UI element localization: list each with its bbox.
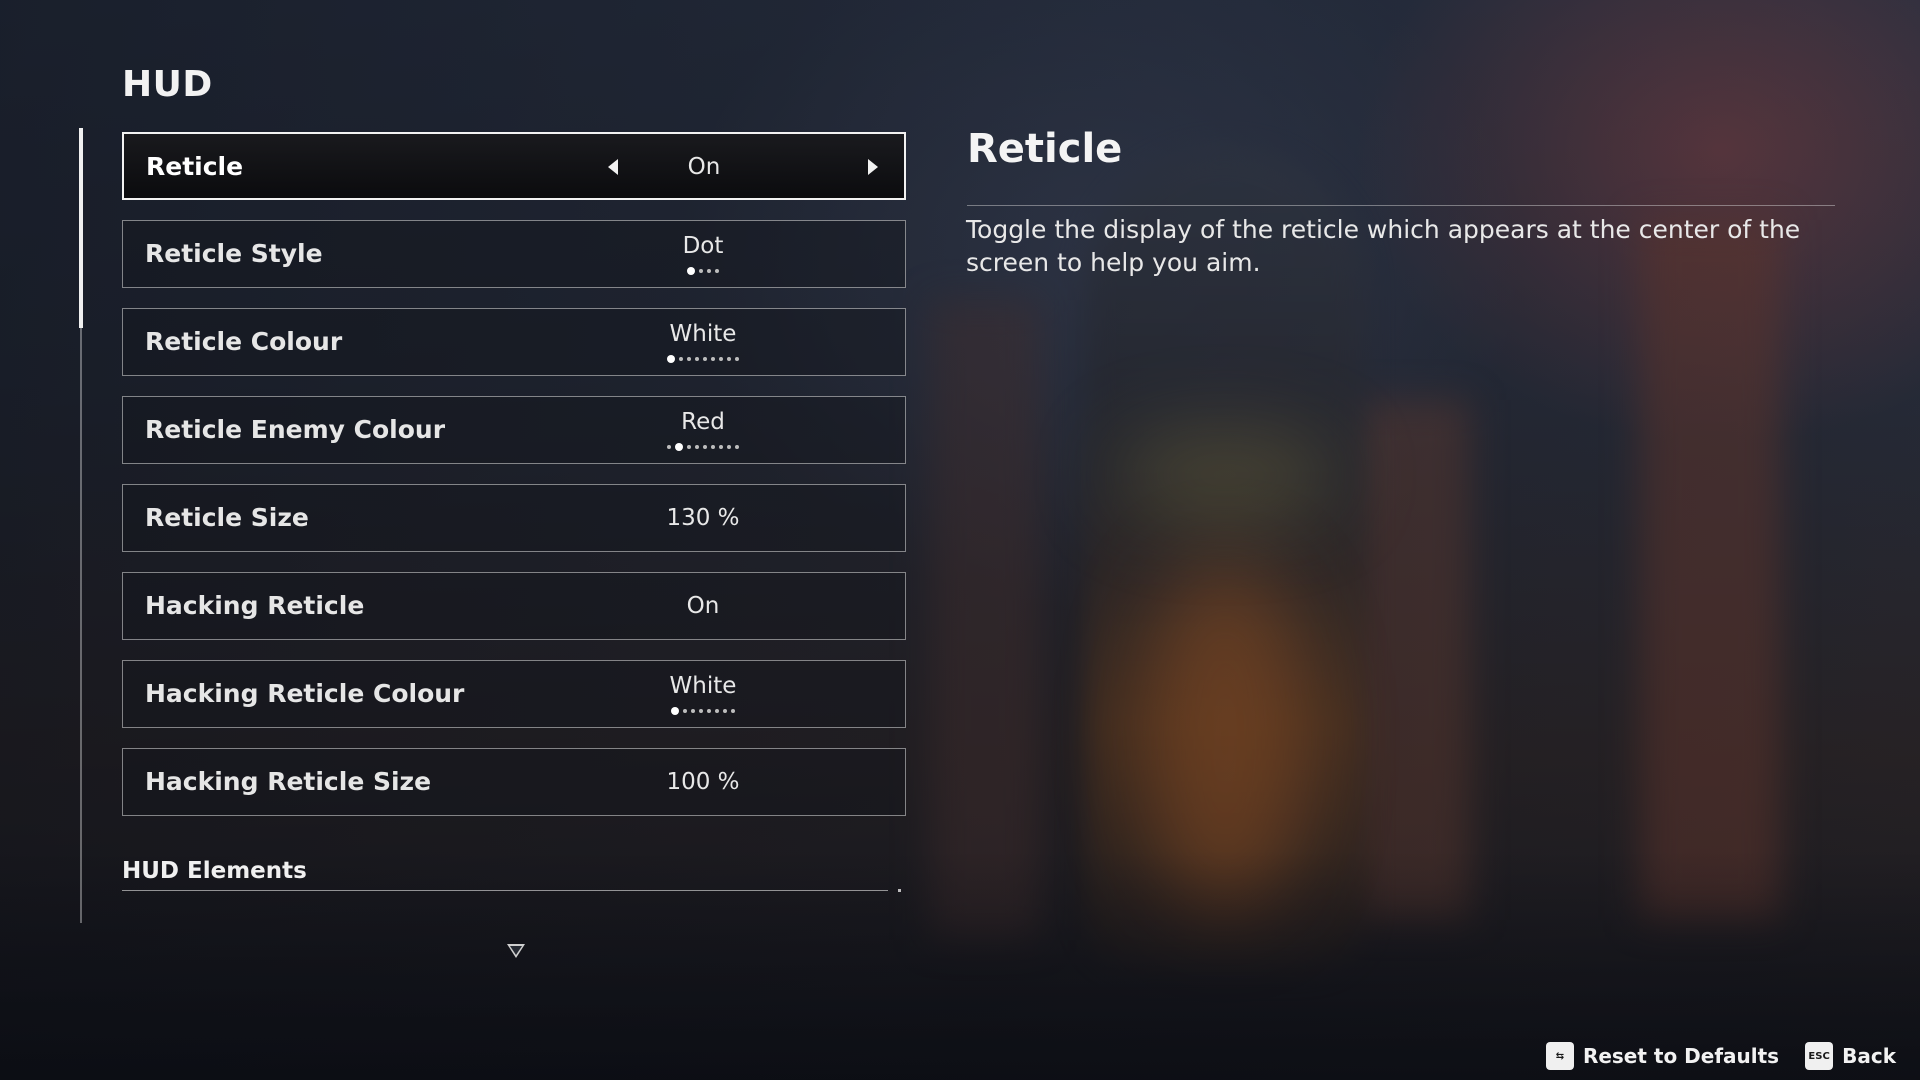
setting-value-wrap: Red	[603, 397, 803, 463]
detail-title: Reticle	[967, 126, 1123, 172]
setting-value: Dot	[682, 233, 724, 259]
back-label: Back	[1842, 1044, 1896, 1068]
setting-row-hacking-reticle-colour[interactable]: Hacking Reticle Colour White	[122, 660, 906, 728]
option-dot	[703, 357, 707, 361]
setting-label: Reticle Size	[145, 503, 309, 532]
setting-row-reticle-enemy-colour[interactable]: Reticle Enemy Colour Red	[122, 396, 906, 464]
option-dot	[723, 709, 727, 713]
setting-value-wrap: On	[603, 573, 803, 639]
setting-label: Hacking Reticle Colour	[145, 679, 465, 708]
option-dot	[719, 357, 723, 361]
option-dot-active	[675, 443, 683, 451]
option-indicator	[603, 355, 803, 363]
setting-value: On	[687, 154, 721, 180]
option-dot	[687, 357, 691, 361]
setting-value: Red	[681, 409, 725, 435]
settings-list: Reticle On Reticle Style Dot Reticle Col…	[122, 132, 906, 836]
option-dot	[735, 357, 739, 361]
esc-key-icon: ESC	[1805, 1042, 1834, 1070]
option-dot	[699, 269, 703, 273]
option-indicator	[603, 443, 803, 451]
setting-label: Reticle	[146, 152, 244, 181]
setting-value-wrap: White	[603, 661, 803, 727]
setting-label: Reticle Colour	[145, 327, 343, 356]
setting-row-reticle-colour[interactable]: Reticle Colour White	[122, 308, 906, 376]
setting-label: Hacking Reticle Size	[145, 767, 432, 796]
option-dot	[695, 357, 699, 361]
setting-value-wrap: White	[603, 309, 803, 375]
setting-value: 100 %	[666, 769, 740, 795]
setting-row-hacking-reticle[interactable]: Hacking Reticle On	[122, 572, 906, 640]
setting-row-reticle-size[interactable]: Reticle Size 130 %	[122, 484, 906, 552]
option-dot	[707, 709, 711, 713]
setting-value: 130 %	[666, 505, 740, 531]
scrollbar-thumb[interactable]	[79, 128, 83, 328]
setting-label: Reticle Enemy Colour	[145, 415, 446, 444]
back-button[interactable]: ESC Back	[1805, 1042, 1896, 1070]
option-dot	[711, 357, 715, 361]
setting-row-hacking-reticle-size[interactable]: Hacking Reticle Size 100 %	[122, 748, 906, 816]
setting-value-wrap: 130 %	[603, 485, 803, 551]
option-dot	[731, 709, 735, 713]
option-dot	[695, 445, 699, 449]
setting-value-wrap: Dot	[603, 221, 803, 287]
option-dot-active	[667, 355, 675, 363]
scroll-down-icon[interactable]	[507, 944, 525, 958]
reset-label: Reset to Defaults	[1582, 1044, 1780, 1068]
divider-end-dot	[898, 889, 901, 892]
setting-value-wrap: On	[604, 134, 804, 200]
setting-row-reticle[interactable]: Reticle On	[122, 132, 906, 200]
reset-key-icon: ⇆	[1545, 1042, 1574, 1070]
setting-row-reticle-style[interactable]: Reticle Style Dot	[122, 220, 906, 288]
option-dot	[679, 357, 683, 361]
option-dot	[687, 445, 691, 449]
setting-label: Reticle Style	[145, 239, 323, 268]
setting-value: White	[669, 673, 737, 699]
option-dot	[683, 709, 687, 713]
setting-value-wrap: 100 %	[603, 749, 803, 815]
option-dot	[727, 357, 731, 361]
option-dot	[711, 445, 715, 449]
detail-description: Toggle the display of the reticle which …	[966, 215, 1801, 277]
option-indicator	[603, 267, 803, 275]
option-dot	[719, 445, 723, 449]
subsection-divider	[122, 890, 888, 891]
option-dot	[727, 445, 731, 449]
section-title: HUD	[122, 64, 213, 105]
option-dot	[715, 269, 719, 273]
option-dot	[707, 269, 711, 273]
setting-value: White	[669, 321, 737, 347]
reset-to-defaults-button[interactable]: ⇆ Reset to Defaults	[1545, 1042, 1780, 1070]
subsection-title: HUD Elements	[122, 858, 307, 884]
option-dot	[667, 445, 671, 449]
setting-value: On	[686, 593, 720, 619]
option-dot	[735, 445, 739, 449]
setting-label: Hacking Reticle	[145, 591, 365, 620]
option-dot	[703, 445, 707, 449]
right-arrow-icon[interactable]	[868, 159, 878, 175]
option-dot-active	[671, 707, 679, 715]
option-dot	[699, 709, 703, 713]
option-dot-active	[687, 267, 695, 275]
option-indicator	[603, 707, 803, 715]
footer-actions: ⇆ Reset to Defaults ESC Back	[1520, 1040, 1896, 1072]
detail-divider	[967, 205, 1835, 206]
option-dot	[691, 709, 695, 713]
option-dot	[715, 709, 719, 713]
